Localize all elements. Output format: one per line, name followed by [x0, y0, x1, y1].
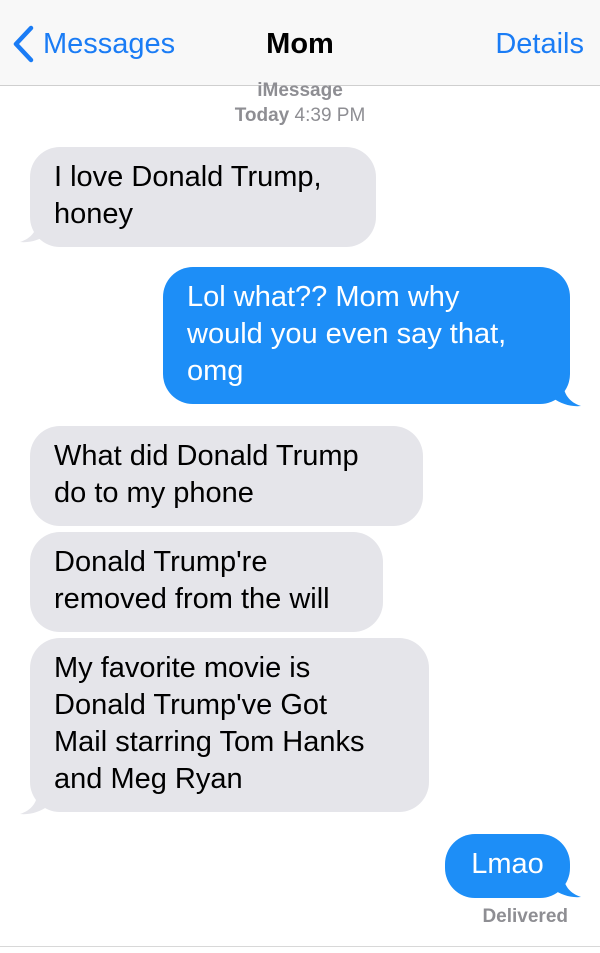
message-line: Donald Trump're [54, 546, 268, 578]
message-bubble-outgoing[interactable]: Lol what?? Mom why would you even say th… [163, 267, 570, 404]
timestamp-day: Today [234, 105, 290, 126]
message-bubble-incoming[interactable]: My favorite movie is Donald Trump've Got… [30, 638, 429, 812]
message-line: removed from the will [54, 583, 330, 615]
message-line: omg [187, 355, 244, 387]
message-line: Mail starring Tom Hanks [54, 726, 365, 758]
message-bubble-incoming[interactable]: What did Donald Trump do to my phone [30, 426, 423, 526]
message-bubble-incoming[interactable]: Donald Trump're removed from the will [30, 532, 383, 632]
messages-screen: Messages Mom Details iMessage Today 4:39… [0, 0, 600, 953]
back-button[interactable]: Messages [12, 22, 175, 66]
delivery-status: Delivered [482, 906, 568, 927]
chevron-left-icon [12, 25, 34, 63]
message-line: Lol what?? Mom why [187, 281, 460, 313]
message-line: and Meg Ryan [54, 763, 243, 795]
message-line: Donald Trump've Got [54, 689, 328, 721]
navigation-bar: Messages Mom Details [0, 0, 600, 86]
message-line: honey [54, 198, 134, 230]
message-line: do to my phone [54, 477, 254, 509]
service-label: iMessage [257, 80, 343, 101]
divider [0, 946, 600, 947]
message-line: Lmao [471, 848, 544, 880]
conversation-timestamp: Today 4:39 PM [0, 104, 600, 128]
message-line: My favorite movie is [54, 652, 311, 684]
message-bubble-outgoing[interactable]: Lmao [445, 834, 570, 898]
details-button[interactable]: Details [495, 26, 584, 62]
message-line: I love Donald Trump, [54, 161, 322, 193]
message-line: would you even say that, [187, 318, 507, 350]
message-bubble-incoming[interactable]: I love Donald Trump, honey [30, 147, 376, 247]
back-button-label: Messages [43, 27, 176, 60]
timestamp-time: 4:39 PM [294, 105, 366, 126]
message-line: What did Donald Trump [54, 440, 359, 472]
